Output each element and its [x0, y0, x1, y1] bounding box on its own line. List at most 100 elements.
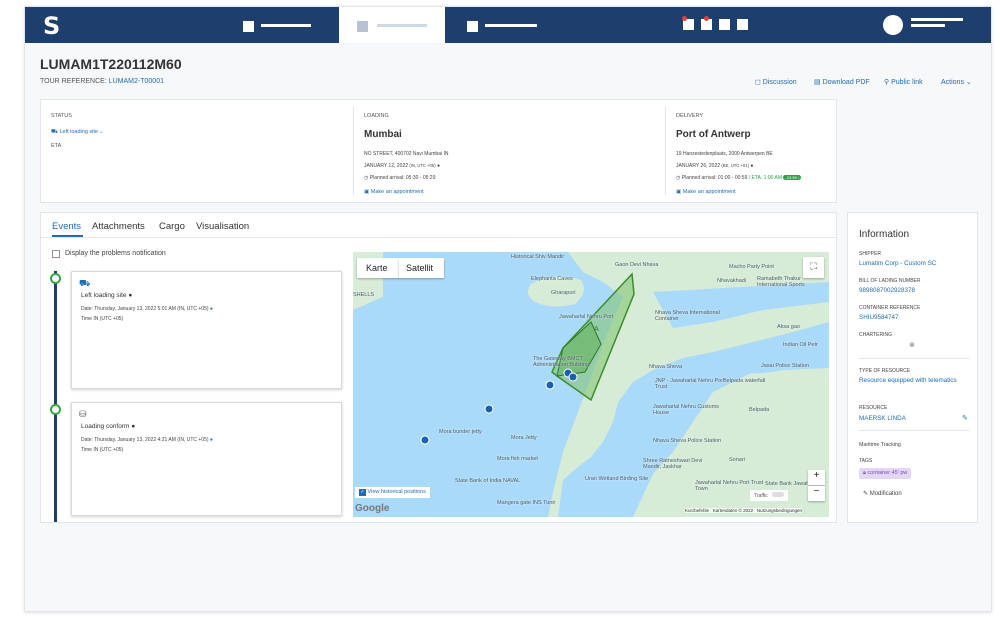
delivery-appointment-link[interactable]: ▣ Make an appointment — [676, 189, 736, 195]
bol-value: 9898087002928378 — [859, 287, 916, 294]
position-marker[interactable] — [420, 435, 430, 445]
public-link-button[interactable]: ⚲ Public link — [884, 78, 923, 86]
event-title: Left loading site ● — [81, 292, 132, 299]
tags-label: TAGS — [859, 458, 873, 464]
delivery-date: JANUARY 26, 2022 — [676, 163, 721, 169]
edit-pencil-icon[interactable]: ✎ — [962, 414, 968, 422]
actions-dropdown[interactable]: Actions ⌄ — [941, 78, 972, 86]
fullscreen-icon[interactable]: ⛶ — [803, 257, 824, 278]
zoom-out-button[interactable]: − — [808, 486, 825, 501]
google-logo: Google — [355, 503, 390, 514]
nav-tab-2-active[interactable] — [339, 7, 445, 43]
nav-tab-3-label — [485, 24, 537, 27]
marker-a-icon: A — [594, 326, 599, 333]
map-label: Belpada waterfall — [723, 378, 766, 384]
position-marker[interactable] — [484, 404, 494, 414]
info-icon: ● — [436, 163, 441, 169]
chartering-empty-icon: ⊗ — [909, 342, 915, 349]
zoom-in-button[interactable]: + — [808, 470, 825, 485]
delivery-section: DELIVERY Port of Antwerp 19 Hanzestedenp… — [676, 100, 836, 204]
event-card-left-loading-site[interactable]: ⛟ Left loading site ● Date: Thursday, Ja… — [71, 271, 342, 389]
event-date: Date: Thursday, January 13, 2022 5:01 AM… — [81, 306, 213, 312]
loading-appointment-link[interactable]: ▣ Make an appointment — [364, 189, 424, 195]
bol-label: BILL OF LADING NUMBER — [859, 278, 921, 284]
modification-label: Modification — [869, 491, 902, 497]
nav-tab-1[interactable] — [221, 7, 339, 43]
event-date-text: Date: Thursday, January 13, 2022 4:21 AM… — [81, 437, 209, 443]
nav-tab-3[interactable] — [445, 7, 545, 43]
map-label: Mora fish market — [497, 456, 538, 462]
tag-chip[interactable]: 🔒︎ container 45' pw — [859, 468, 912, 479]
status-dropdown[interactable]: ⛟ Left loading site ⌄ — [51, 129, 103, 136]
eta-badge: -23:59 / — [783, 175, 801, 180]
status-heading: STATUS — [51, 113, 72, 119]
tab-cargo[interactable]: Cargo — [159, 221, 185, 232]
lock-icon: 🔒︎ — [863, 470, 866, 476]
map-label: Gharapuri — [551, 290, 576, 296]
tab-events[interactable]: Events — [52, 221, 81, 232]
loading-city: Mumbai — [364, 129, 402, 140]
event-card-loading-conform[interactable]: ⛁ Loading conform ● Date: Thursday, Janu… — [71, 402, 342, 516]
info-icon: ● — [750, 163, 754, 169]
help-icon[interactable] — [737, 19, 748, 30]
info-icon: ● — [209, 437, 213, 443]
tag-label: container 45' pw — [867, 470, 908, 476]
shipper-value[interactable]: Lumatim Corp - Custom SC — [859, 260, 936, 267]
divider — [859, 358, 969, 359]
map-label: Uran Wetland Birding Site — [585, 476, 649, 482]
tab-attachments[interactable]: Attachments — [92, 221, 145, 232]
modification-button[interactable]: ✎ Modification — [863, 490, 902, 497]
resource-value[interactable]: MAERSK LINDA — [859, 415, 906, 422]
clock-icon: ◷ — [364, 175, 369, 181]
loading-planned-row: ◷ Planned arrival: 05:30 - 05:29 — [364, 175, 435, 181]
event-title-text: Left loading site — [81, 292, 127, 299]
map-view[interactable]: A Karte Satellit ⛶ Historical Shiv Mandi… — [353, 252, 829, 517]
loading-planned: Planned arrival: 05:30 - 05:29 — [369, 175, 436, 181]
map-type-map-button[interactable]: Karte — [357, 258, 399, 278]
map-label: Jawaharlal Nehru Customs House — [653, 404, 720, 416]
problems-notification-checkbox[interactable] — [52, 250, 60, 258]
discussion-button[interactable]: ◻ Discussion — [755, 78, 797, 86]
divider — [353, 107, 354, 195]
resource-type-value: Resource equipped with telematics — [859, 377, 957, 384]
delivery-tz: (BE, UTC +01) — [721, 163, 749, 168]
map-label: Mora Jetty — [511, 435, 537, 441]
delivery-eta: / ETA: 1:00 AM — [748, 175, 783, 181]
chat-icon: ◻ — [755, 79, 761, 86]
position-marker[interactable] — [568, 372, 578, 382]
map-label: Macho Party Point — [729, 264, 774, 270]
info-icon: ● — [209, 306, 213, 312]
traffic-toggle[interactable]: Traffic — [750, 490, 789, 501]
truck-route-icon: ⛟ — [79, 278, 91, 288]
info-icon: ● — [131, 423, 136, 430]
map-terms-link[interactable]: Nutzungsbedingungen — [757, 508, 802, 513]
checkbox-checked-icon: ✓ — [359, 489, 366, 496]
discussion-label: Discussion — [762, 79, 797, 86]
avatar[interactable] — [883, 15, 903, 35]
tour-reference-link[interactable]: LUMAM2-T00001 — [109, 78, 164, 85]
download-pdf-button[interactable]: ▤ Download PDF — [814, 78, 870, 86]
apps-icon[interactable] — [719, 19, 730, 30]
link-icon: ⚲ — [884, 79, 890, 86]
position-marker[interactable] — [545, 380, 555, 390]
toggle-switch-icon — [772, 492, 785, 497]
logo-icon[interactable]: S — [43, 12, 60, 40]
map-label: Indian Oil Petr — [783, 342, 818, 348]
event-date-text: Date: Thursday, January 13, 2022 5:01 AM… — [81, 306, 209, 312]
app-window: S LUMAM1T220112M60 TOUR REFERENCE: LUMAM… — [24, 6, 992, 612]
map-label: Shree Ratneshwari Devi Mandir, Jaskhar — [643, 458, 703, 470]
shipment-summary-card: STATUS ⛟ Left loading site ⌄ ETA LOADING… — [40, 99, 837, 203]
loading-date-row: JANUARY 12, 2022 (IN, UTC +05) ● — [364, 163, 440, 169]
tab-visualisation[interactable]: Visualisation — [196, 221, 249, 232]
truck-route-icon: ⛟ — [51, 129, 58, 135]
printer-icon: ▤ — [814, 79, 821, 86]
map-label: SHELLS — [353, 292, 375, 298]
top-navigation-bar: S — [25, 7, 991, 43]
map-label: Historical Shiv Mandir — [511, 254, 565, 260]
view-historical-toggle[interactable]: ✓ View historical positions — [355, 487, 430, 498]
download-pdf-label: Download PDF — [822, 79, 870, 86]
map-shortcuts-link[interactable]: Kurzbefehle — [685, 508, 709, 513]
map-type-satellite-button[interactable]: Satellit — [399, 258, 444, 278]
event-date: Date: Thursday, January 13, 2022 4:21 AM… — [81, 437, 213, 443]
map-label: Jasai Police Station — [761, 363, 809, 369]
